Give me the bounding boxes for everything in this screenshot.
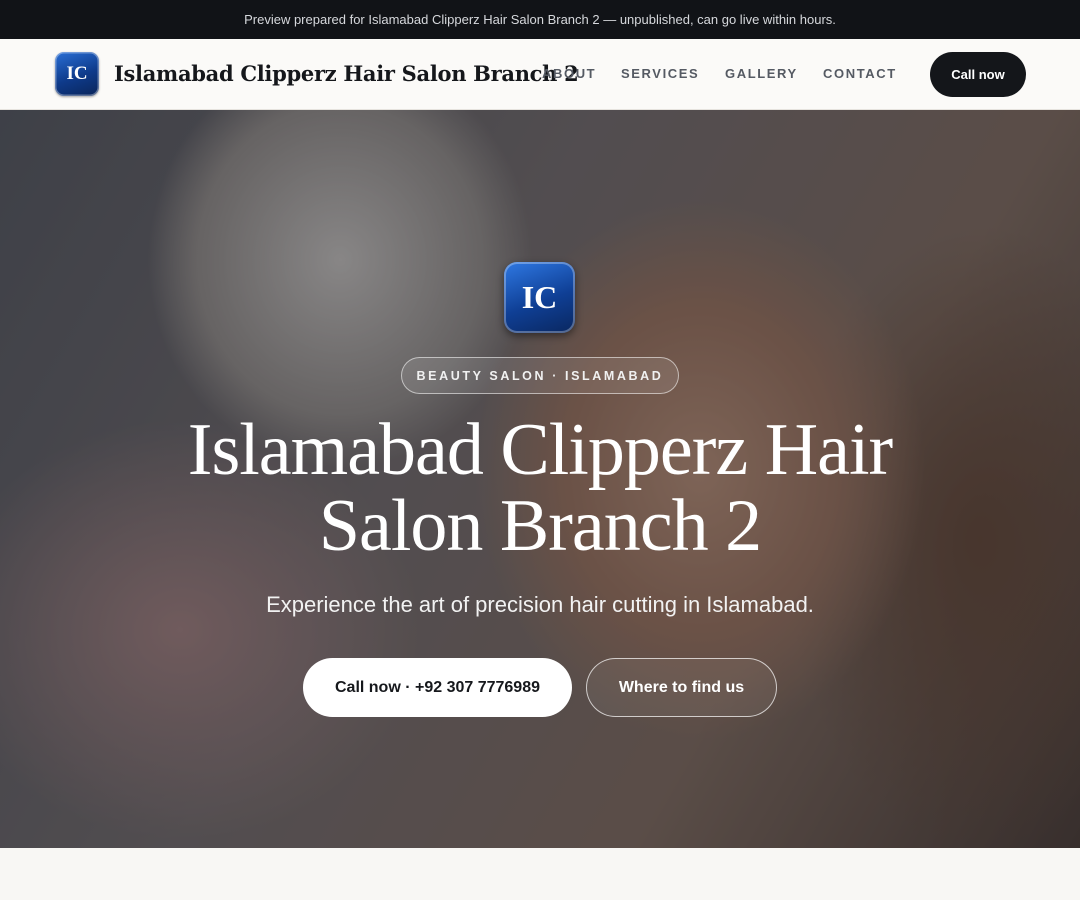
hero-logo: IC (504, 262, 575, 333)
nav-link-gallery[interactable]: Gallery (725, 66, 798, 81)
hero-title-line-1: Islamabad Clipperz Hair (187, 409, 893, 491)
hero-title-line-2: Salon Branch 2 (318, 485, 762, 567)
brand-name[interactable]: Islamabad Clipperz Hair Salon Branch 2 (114, 61, 579, 86)
nav-link-services[interactable]: Services (621, 66, 699, 81)
preview-banner-text: Preview prepared for Islamabad Clipperz … (244, 12, 836, 27)
category-badge: BEAUTY SALON · ISLAMABAD (401, 357, 679, 394)
preview-banner: Preview prepared for Islamabad Clipperz … (0, 0, 1080, 39)
find-us-button[interactable]: Where to find us (586, 658, 777, 717)
nav-link-contact[interactable]: Contact (823, 66, 897, 81)
top-navigation: IC Islamabad Clipperz Hair Salon Branch … (0, 39, 1080, 110)
call-now-button[interactable]: Call now · +92 307 7776989 (303, 658, 572, 717)
nav-link-about[interactable]: About (542, 66, 596, 81)
hero-subtitle: Experience the art of precision hair cut… (266, 592, 814, 617)
hero-title: Islamabad Clipperz Hair Salon Branch 2 (140, 412, 940, 564)
hero-section: IC BEAUTY SALON · ISLAMABAD Islamabad Cl… (0, 110, 1080, 848)
brand-logo[interactable]: IC (55, 52, 99, 96)
nav-call-button[interactable]: Call now (930, 52, 1026, 97)
